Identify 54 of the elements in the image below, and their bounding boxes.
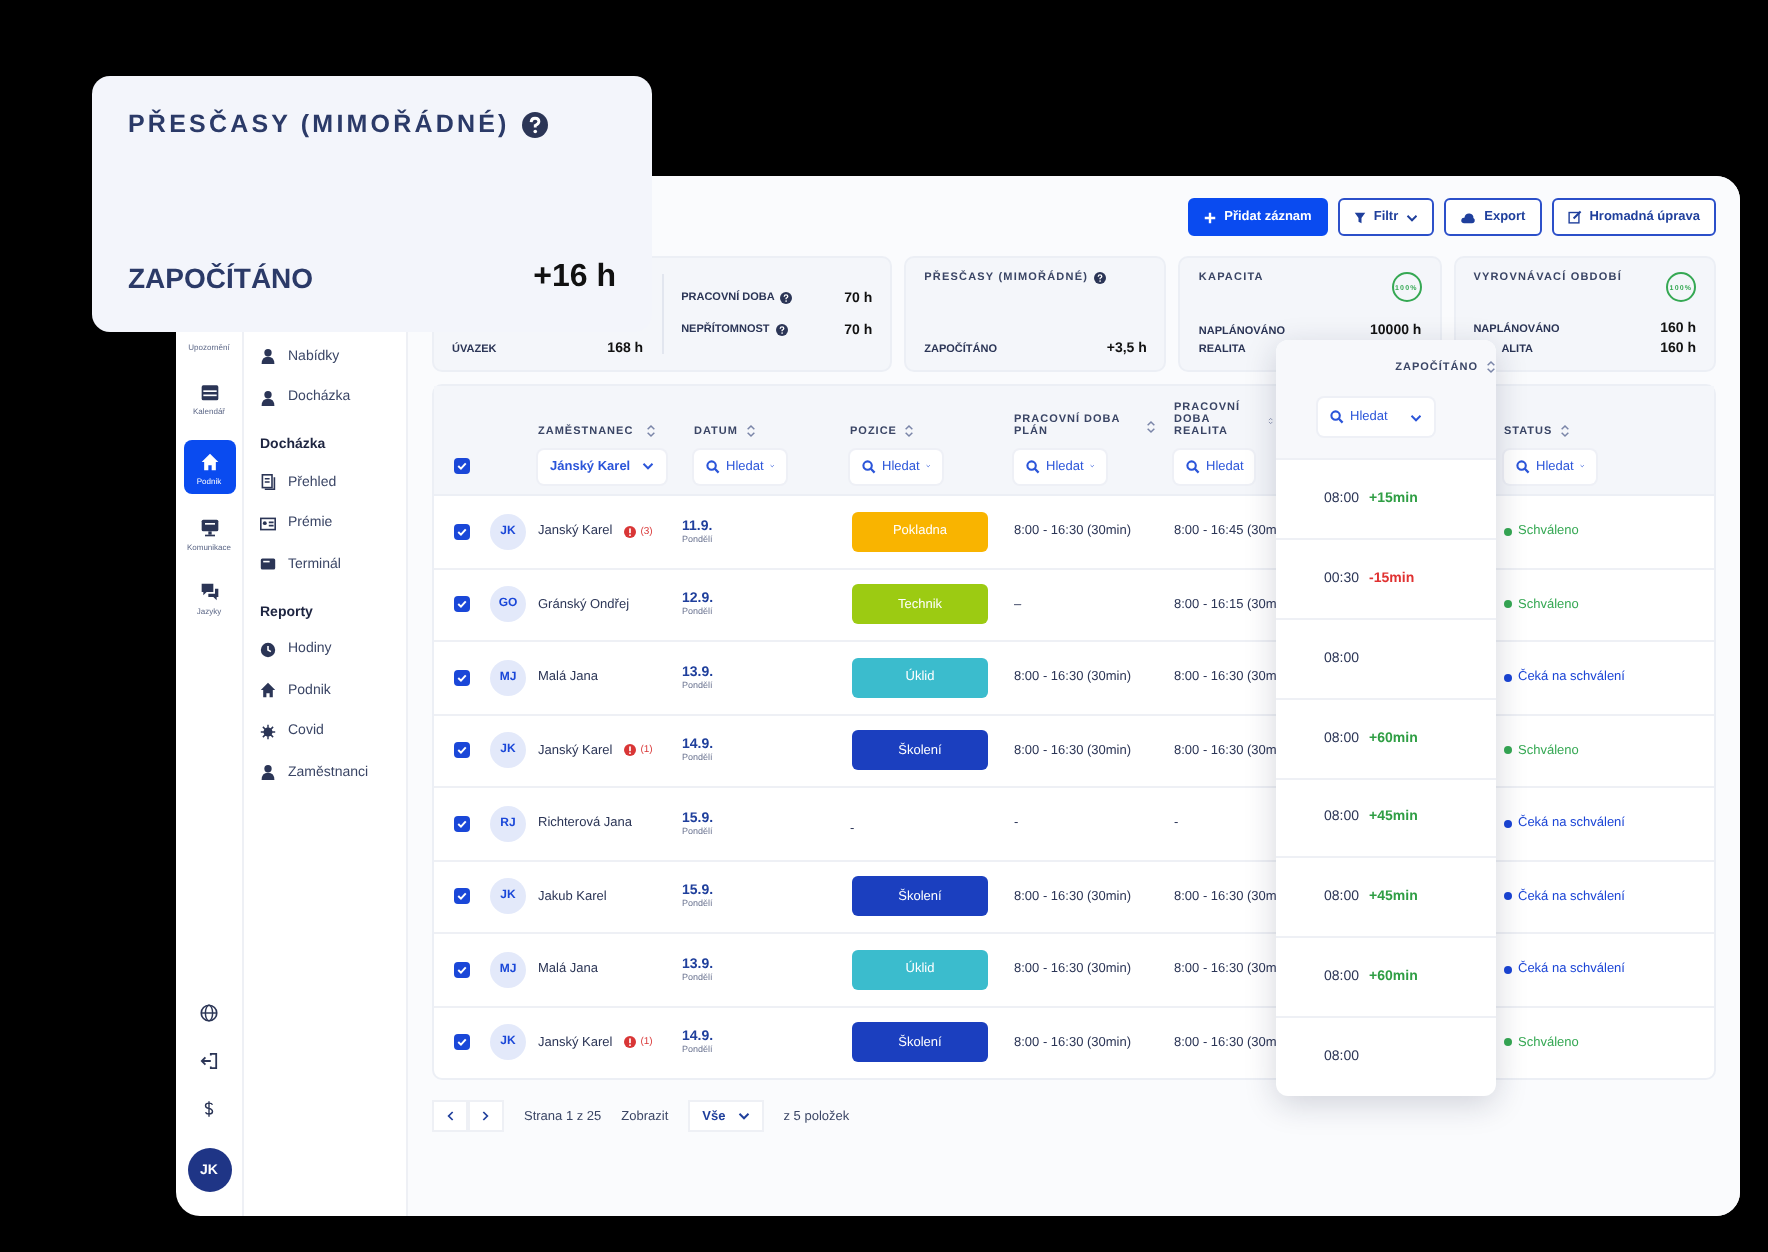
checkbox[interactable] [454,742,470,759]
document-icon [260,474,276,491]
card-title: PŘESČASY (MIMOŘÁDNÉ) [128,110,510,138]
checkbox[interactable] [454,1034,470,1051]
checkbox[interactable] [454,669,470,686]
sort-icon[interactable] [904,424,915,438]
monitor-icon [199,518,219,538]
cloud-icon [1460,211,1477,223]
help-icon[interactable] [775,324,788,336]
home-icon [199,452,219,472]
chat-icon [199,582,219,602]
plus-icon [1204,211,1217,223]
edit-icon [1567,210,1582,224]
search-icon [1026,459,1040,473]
dollar-icon[interactable] [202,1100,216,1118]
checkbox[interactable] [454,458,470,474]
summary-value: +16 h [533,260,616,296]
clock-icon [260,641,276,658]
chevron-right-icon [482,1110,490,1122]
terminal-icon [260,556,276,573]
caret-icon [1406,213,1419,221]
checkbox[interactable] [454,815,470,832]
help-icon[interactable] [780,292,793,304]
virus-icon [260,723,276,740]
help-icon[interactable] [521,111,548,137]
checkbox[interactable] [454,888,470,905]
caret-icon [1410,413,1422,421]
person-icon [260,348,276,365]
person-icon [260,764,276,781]
person-icon [260,389,276,406]
sort-icon[interactable] [1146,419,1156,433]
chevron-left-icon [446,1110,454,1122]
checkbox[interactable] [454,961,470,978]
checkbox[interactable] [454,596,470,613]
search-icon [862,459,876,473]
caret-icon [642,462,655,470]
id-card-icon [260,515,276,532]
search-icon [706,459,720,473]
summary-label: ZAPOČÍTÁNO [128,262,314,294]
calendar-icon [199,382,219,402]
search-icon [1186,459,1200,473]
filter-icon [1353,211,1366,223]
sort-icon[interactable] [745,424,756,438]
logout-icon[interactable] [200,1052,218,1070]
sort-icon[interactable] [1560,424,1571,438]
caret-icon [737,1112,750,1120]
checkbox[interactable] [454,523,470,540]
sort-icon[interactable] [645,424,656,438]
home-icon [260,682,276,699]
sort-icon[interactable] [1486,360,1496,374]
help-icon[interactable] [1094,272,1107,284]
globe-icon[interactable] [200,1004,218,1022]
search-icon [1330,410,1344,424]
search-icon [1516,459,1530,473]
